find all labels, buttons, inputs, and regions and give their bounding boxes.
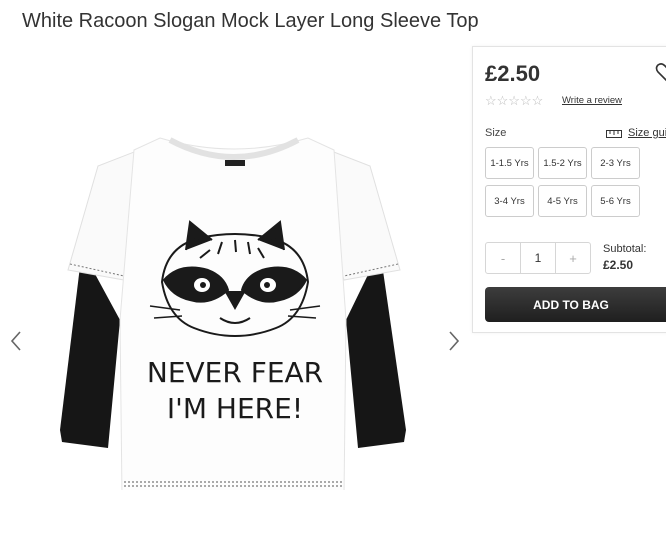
left-sleeve <box>60 250 120 448</box>
chevron-right-icon <box>449 331 460 351</box>
write-review-link[interactable]: Write a review <box>562 95 622 106</box>
product-gallery: NEVER FEAR I'M HERE! <box>0 50 470 540</box>
add-to-bag-button[interactable]: ADD TO BAG <box>485 287 666 322</box>
quantity-increase-button[interactable]: + <box>556 243 590 273</box>
product-title: White Racoon Slogan Mock Layer Long Slee… <box>22 10 479 32</box>
slogan-line-2: I'M HERE! <box>167 392 303 425</box>
chevron-left-icon <box>10 331 21 351</box>
size-guide-link[interactable]: Size guide <box>628 127 666 139</box>
quantity-value[interactable]: 1 <box>520 243 556 273</box>
size-option[interactable]: 5-6 Yrs <box>591 185 640 217</box>
slogan-line-1: NEVER FEAR <box>147 356 323 389</box>
next-image-arrow[interactable] <box>444 328 464 354</box>
size-option[interactable]: 2-3 Yrs <box>591 147 640 179</box>
heart-icon[interactable] <box>655 61 666 83</box>
product-image: NEVER FEAR I'M HERE! <box>60 137 406 490</box>
size-option[interactable]: 3-4 Yrs <box>485 185 534 217</box>
rating-stars: ☆☆☆☆☆ <box>485 93 544 108</box>
ruler-icon <box>606 130 622 138</box>
right-sleeve <box>346 250 406 448</box>
neck-label <box>225 160 245 166</box>
size-option[interactable]: 1-1.5 Yrs <box>485 147 534 179</box>
purchase-panel: £2.50 ☆☆☆☆☆ Write a review Size Size gui… <box>472 46 666 333</box>
previous-image-arrow[interactable] <box>6 328 26 354</box>
quantity-decrease-button[interactable]: - <box>486 243 520 273</box>
shirt-body <box>119 137 347 490</box>
size-label: Size <box>485 127 507 139</box>
product-price: £2.50 <box>485 61 541 86</box>
quantity-stepper: - 1 + <box>485 242 591 274</box>
size-option[interactable]: 1.5-2 Yrs <box>538 147 587 179</box>
subtotal-value: £2.50 <box>603 258 634 272</box>
size-option[interactable]: 4-5 Yrs <box>538 185 587 217</box>
subtotal-label: Subtotal: <box>603 243 647 255</box>
